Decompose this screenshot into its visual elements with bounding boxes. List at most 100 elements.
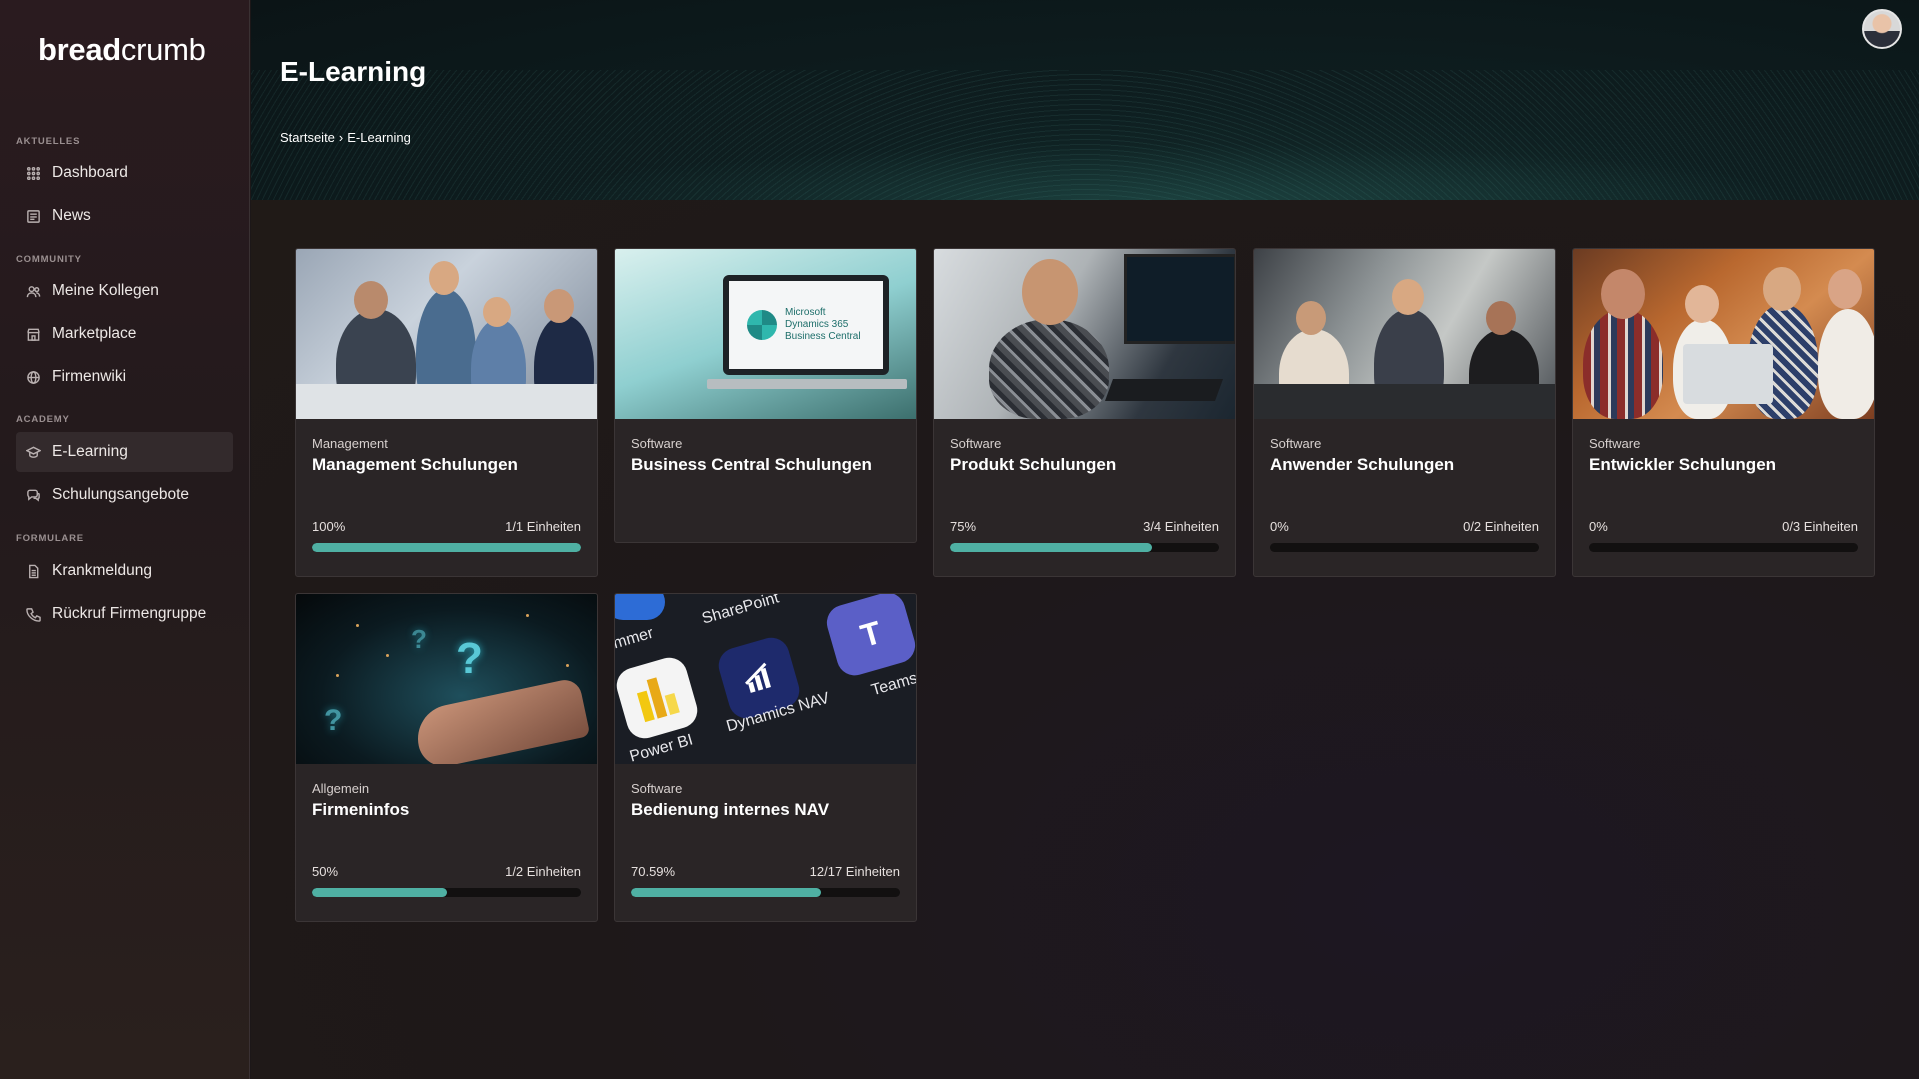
section-label-aktuelles: AKTUELLES bbox=[16, 136, 81, 147]
progress-percent: 50% bbox=[312, 864, 339, 879]
breadcrumb: Startseite › E-Learning bbox=[280, 130, 411, 145]
progress-units: 1/1 Einheiten bbox=[505, 519, 581, 534]
sidebar-item-label: Firmenwiki bbox=[52, 368, 127, 385]
graduation-cap-icon bbox=[25, 444, 41, 460]
sidebar-item-label: Dashboard bbox=[52, 164, 128, 181]
users-icon bbox=[25, 283, 41, 299]
progress-row: 75% 3/4 Einheiten bbox=[950, 519, 1219, 534]
sidebar-item-label: E-Learning bbox=[52, 443, 128, 460]
course-card-body: Management Management Schulungen 100% 1/… bbox=[296, 419, 597, 576]
document-icon bbox=[25, 563, 41, 579]
brand-logo[interactable]: breadcrumb bbox=[38, 32, 206, 68]
section-label-formulare: FORMULARE bbox=[16, 533, 84, 544]
progress-units: 0/2 Einheiten bbox=[1463, 519, 1539, 534]
laptop-screen: Microsoft Dynamics 365 Business Central bbox=[723, 275, 889, 375]
course-card-body: Software Business Central Schulungen bbox=[615, 419, 916, 542]
sidebar-item-label: Marketplace bbox=[52, 325, 137, 342]
course-card-body: Software Produkt Schulungen 75% 3/4 Einh… bbox=[934, 419, 1235, 576]
question-mark-icon: ? bbox=[456, 634, 483, 683]
progress-percent: 75% bbox=[950, 519, 977, 534]
progress-bar bbox=[1270, 543, 1539, 552]
course-card-management[interactable]: Management Management Schulungen 100% 1/… bbox=[295, 248, 598, 577]
course-category: Software bbox=[631, 436, 683, 451]
breadcrumb-current: E-Learning bbox=[347, 130, 411, 145]
course-category: Software bbox=[1270, 436, 1322, 451]
progress-bar bbox=[312, 543, 581, 552]
course-category: Allgemein bbox=[312, 781, 370, 796]
progress-bar bbox=[631, 888, 900, 897]
course-card-entwickler[interactable]: Software Entwickler Schulungen 0% 0/3 Ei… bbox=[1572, 248, 1875, 577]
yammer-app-icon bbox=[615, 594, 665, 620]
sidebar-item-rueckruf-firmengruppe[interactable]: Rückruf Firmengruppe bbox=[16, 594, 233, 634]
sidebar-item-firmenwiki[interactable]: Firmenwiki bbox=[16, 357, 233, 397]
course-image-business-central: Microsoft Dynamics 365 Business Central bbox=[615, 249, 916, 419]
course-card-body: Software Anwender Schulungen 0% 0/2 Einh… bbox=[1254, 419, 1555, 576]
business-central-image-text: Microsoft Dynamics 365 Business Central bbox=[785, 307, 861, 342]
grid-icon bbox=[25, 165, 41, 181]
progress-percent: 0% bbox=[1270, 519, 1289, 534]
sidebar-item-label: Rückruf Firmengruppe bbox=[52, 605, 207, 622]
course-card-produkt[interactable]: Software Produkt Schulungen 75% 3/4 Einh… bbox=[933, 248, 1236, 577]
course-card-anwender[interactable]: Software Anwender Schulungen 0% 0/2 Einh… bbox=[1253, 248, 1556, 577]
sidebar-item-e-learning[interactable]: E-Learning bbox=[16, 432, 233, 472]
progress-bar-fill bbox=[631, 888, 821, 897]
section-label-community: COMMUNITY bbox=[16, 254, 82, 265]
course-card-bedienung-nav[interactable]: mmer SharePoint Power BI Dynamics NAV T … bbox=[614, 593, 917, 922]
progress-row: 0% 0/2 Einheiten bbox=[1270, 519, 1539, 534]
progress-row: 0% 0/3 Einheiten bbox=[1589, 519, 1858, 534]
sidebar-item-meine-kollegen[interactable]: Meine Kollegen bbox=[16, 271, 233, 311]
course-image-bedienung-nav: mmer SharePoint Power BI Dynamics NAV T … bbox=[615, 594, 916, 764]
progress-row: 100% 1/1 Einheiten bbox=[312, 519, 581, 534]
sidebar-item-schulungsangebote[interactable]: Schulungsangebote bbox=[16, 475, 233, 515]
sidebar-item-news[interactable]: News bbox=[16, 196, 233, 236]
globe-icon bbox=[25, 369, 41, 385]
progress-bar bbox=[950, 543, 1219, 552]
question-mark-icon: ? bbox=[411, 624, 427, 654]
user-avatar[interactable] bbox=[1862, 9, 1902, 49]
sidebar-item-dashboard[interactable]: Dashboard bbox=[16, 153, 233, 193]
page-title: E-Learning bbox=[280, 56, 427, 87]
sidebar-item-label: Meine Kollegen bbox=[52, 282, 159, 299]
course-image-firmeninfos: ? ? ? bbox=[296, 594, 597, 764]
progress-units: 0/3 Einheiten bbox=[1782, 519, 1858, 534]
sidebar-item-label: Schulungsangebote bbox=[52, 486, 190, 503]
course-category: Management bbox=[312, 436, 388, 451]
sidebar: breadcrumb AKTUELLES Dashboard News COMM… bbox=[0, 0, 250, 1079]
progress-percent: 0% bbox=[1589, 519, 1608, 534]
course-card-body: Software Bedienung internes NAV 70.59% 1… bbox=[615, 764, 916, 921]
sidebar-item-label: Krankmeldung bbox=[52, 562, 152, 579]
progress-bar bbox=[312, 888, 581, 897]
business-central-logo-icon bbox=[747, 310, 777, 340]
progress-units: 1/2 Einheiten bbox=[505, 864, 581, 879]
course-category: Software bbox=[1589, 436, 1641, 451]
course-card-body: Allgemein Firmeninfos 50% 1/2 Einheiten bbox=[296, 764, 597, 921]
store-icon bbox=[25, 326, 41, 342]
breadcrumb-home-link[interactable]: Startseite bbox=[280, 130, 335, 145]
progress-bar-fill bbox=[312, 543, 581, 552]
progress-bar-fill bbox=[950, 543, 1152, 552]
course-image-produkt bbox=[934, 249, 1235, 419]
phone-icon bbox=[25, 606, 41, 622]
course-card-body: Software Entwickler Schulungen 0% 0/3 Ei… bbox=[1573, 419, 1874, 576]
progress-percent: 100% bbox=[312, 519, 346, 534]
progress-bar-fill bbox=[312, 888, 447, 897]
course-image-entwickler bbox=[1573, 249, 1874, 419]
newspaper-icon bbox=[25, 208, 41, 224]
course-title: Anwender Schulungen bbox=[1270, 455, 1455, 474]
page-header bbox=[251, 0, 1919, 200]
sidebar-item-marketplace[interactable]: Marketplace bbox=[16, 314, 233, 354]
header-wave-decoration bbox=[251, 70, 1919, 200]
question-mark-icon: ? bbox=[324, 704, 343, 737]
progress-row: 70.59% 12/17 Einheiten bbox=[631, 864, 900, 879]
sidebar-item-label: News bbox=[52, 207, 91, 224]
course-card-firmeninfos[interactable]: ? ? ? Allgemein Firmeninfos 50% 1/2 Einh… bbox=[295, 593, 598, 922]
progress-percent: 70.59% bbox=[631, 864, 676, 879]
course-card-business-central[interactable]: Microsoft Dynamics 365 Business Central … bbox=[614, 248, 917, 543]
sidebar-item-krankmeldung[interactable]: Krankmeldung bbox=[16, 551, 233, 591]
course-category: Software bbox=[631, 781, 683, 796]
course-title: Entwickler Schulungen bbox=[1589, 455, 1777, 474]
course-title: Business Central Schulungen bbox=[631, 455, 872, 474]
progress-row: 50% 1/2 Einheiten bbox=[312, 864, 581, 879]
course-title: Management Schulungen bbox=[312, 455, 518, 474]
course-title: Produkt Schulungen bbox=[950, 455, 1117, 474]
